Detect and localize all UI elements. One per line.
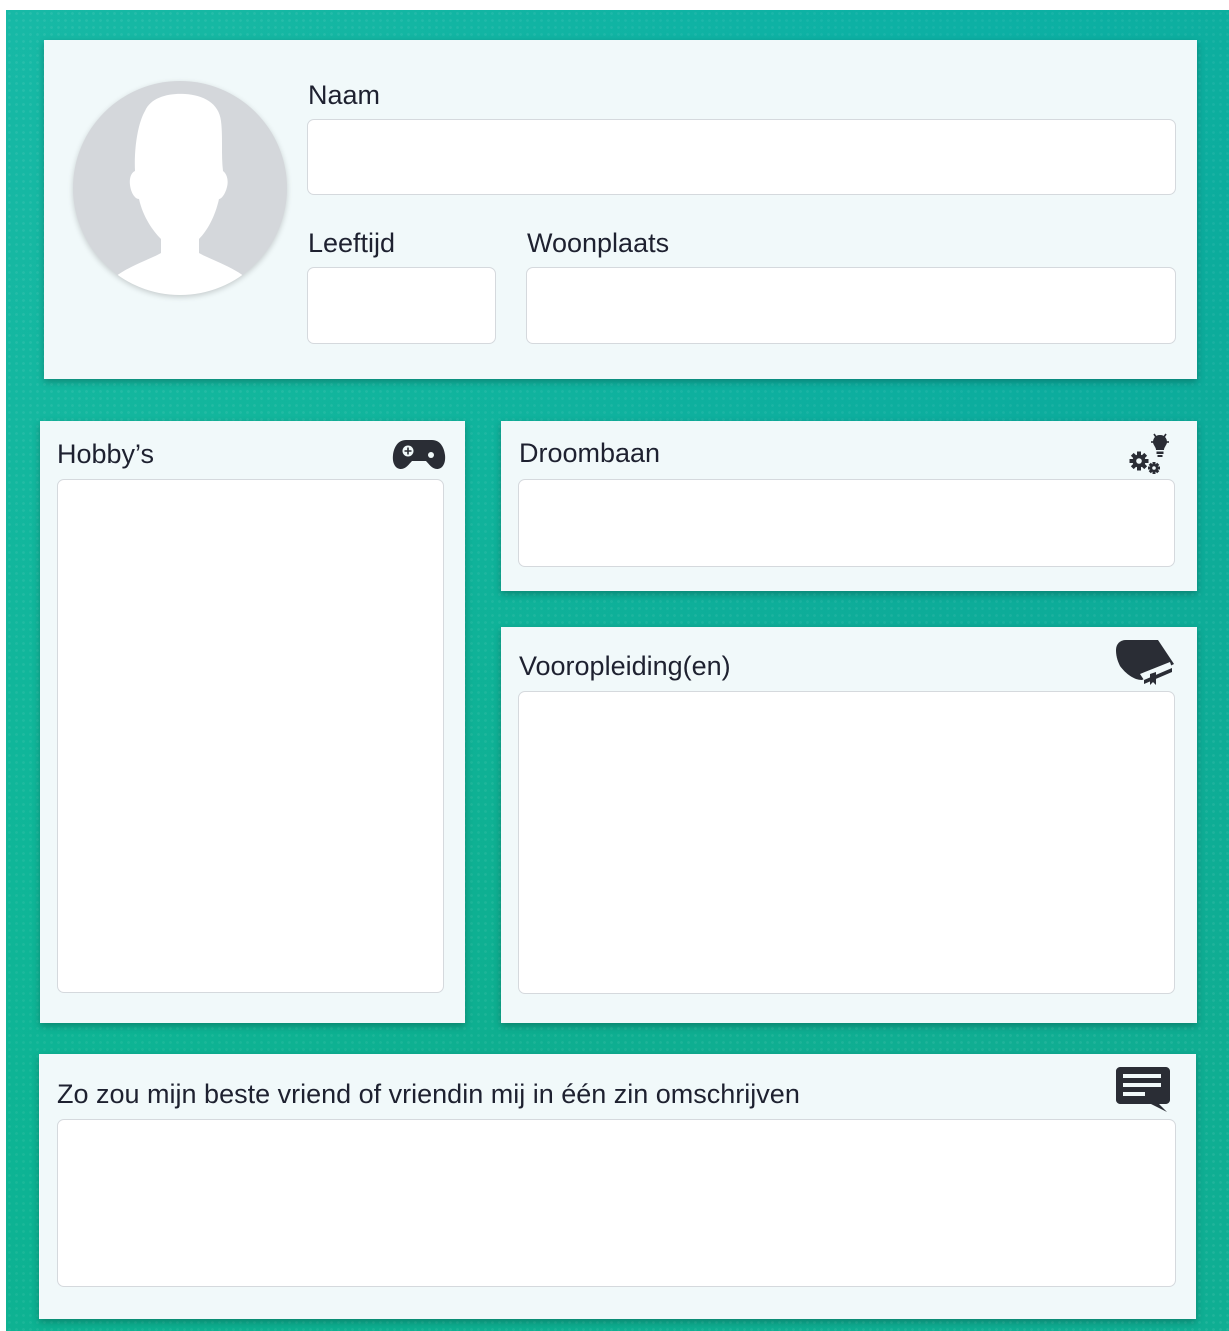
game-controller-icon <box>392 440 446 469</box>
hobbies-textarea[interactable] <box>57 479 444 993</box>
hobbies-card: Hobby’s <box>40 421 465 1023</box>
avatar <box>73 81 287 295</box>
name-label: Naam <box>308 80 381 110</box>
friend-description-textarea[interactable] <box>57 1119 1176 1287</box>
gears-lightbulb-icon <box>1129 433 1169 474</box>
age-input[interactable] <box>307 267 496 344</box>
name-input[interactable] <box>307 119 1176 195</box>
education-label: Vooropleiding(en) <box>519 651 731 681</box>
dream-job-input[interactable] <box>518 479 1175 567</box>
message-icon <box>1116 1067 1170 1112</box>
person-silhouette-icon <box>101 93 259 295</box>
dream-job-label: Droombaan <box>519 438 661 468</box>
city-label: Woonplaats <box>527 228 670 258</box>
friend-description-card: Zo zou mijn beste vriend of vriendin mij… <box>39 1054 1196 1319</box>
hobbies-label: Hobby’s <box>57 439 155 469</box>
education-card: Vooropleiding(en) <box>501 627 1197 1023</box>
friend-description-label: Zo zou mijn beste vriend of vriendin mij… <box>57 1079 800 1109</box>
city-input[interactable] <box>526 267 1176 344</box>
age-label: Leeftijd <box>308 228 396 258</box>
dream-job-card: Droombaan <box>501 421 1197 591</box>
education-textarea[interactable] <box>518 691 1175 994</box>
profile-card: Naam Leeftijd Woonplaats <box>44 40 1197 379</box>
book-icon <box>1116 640 1174 685</box>
